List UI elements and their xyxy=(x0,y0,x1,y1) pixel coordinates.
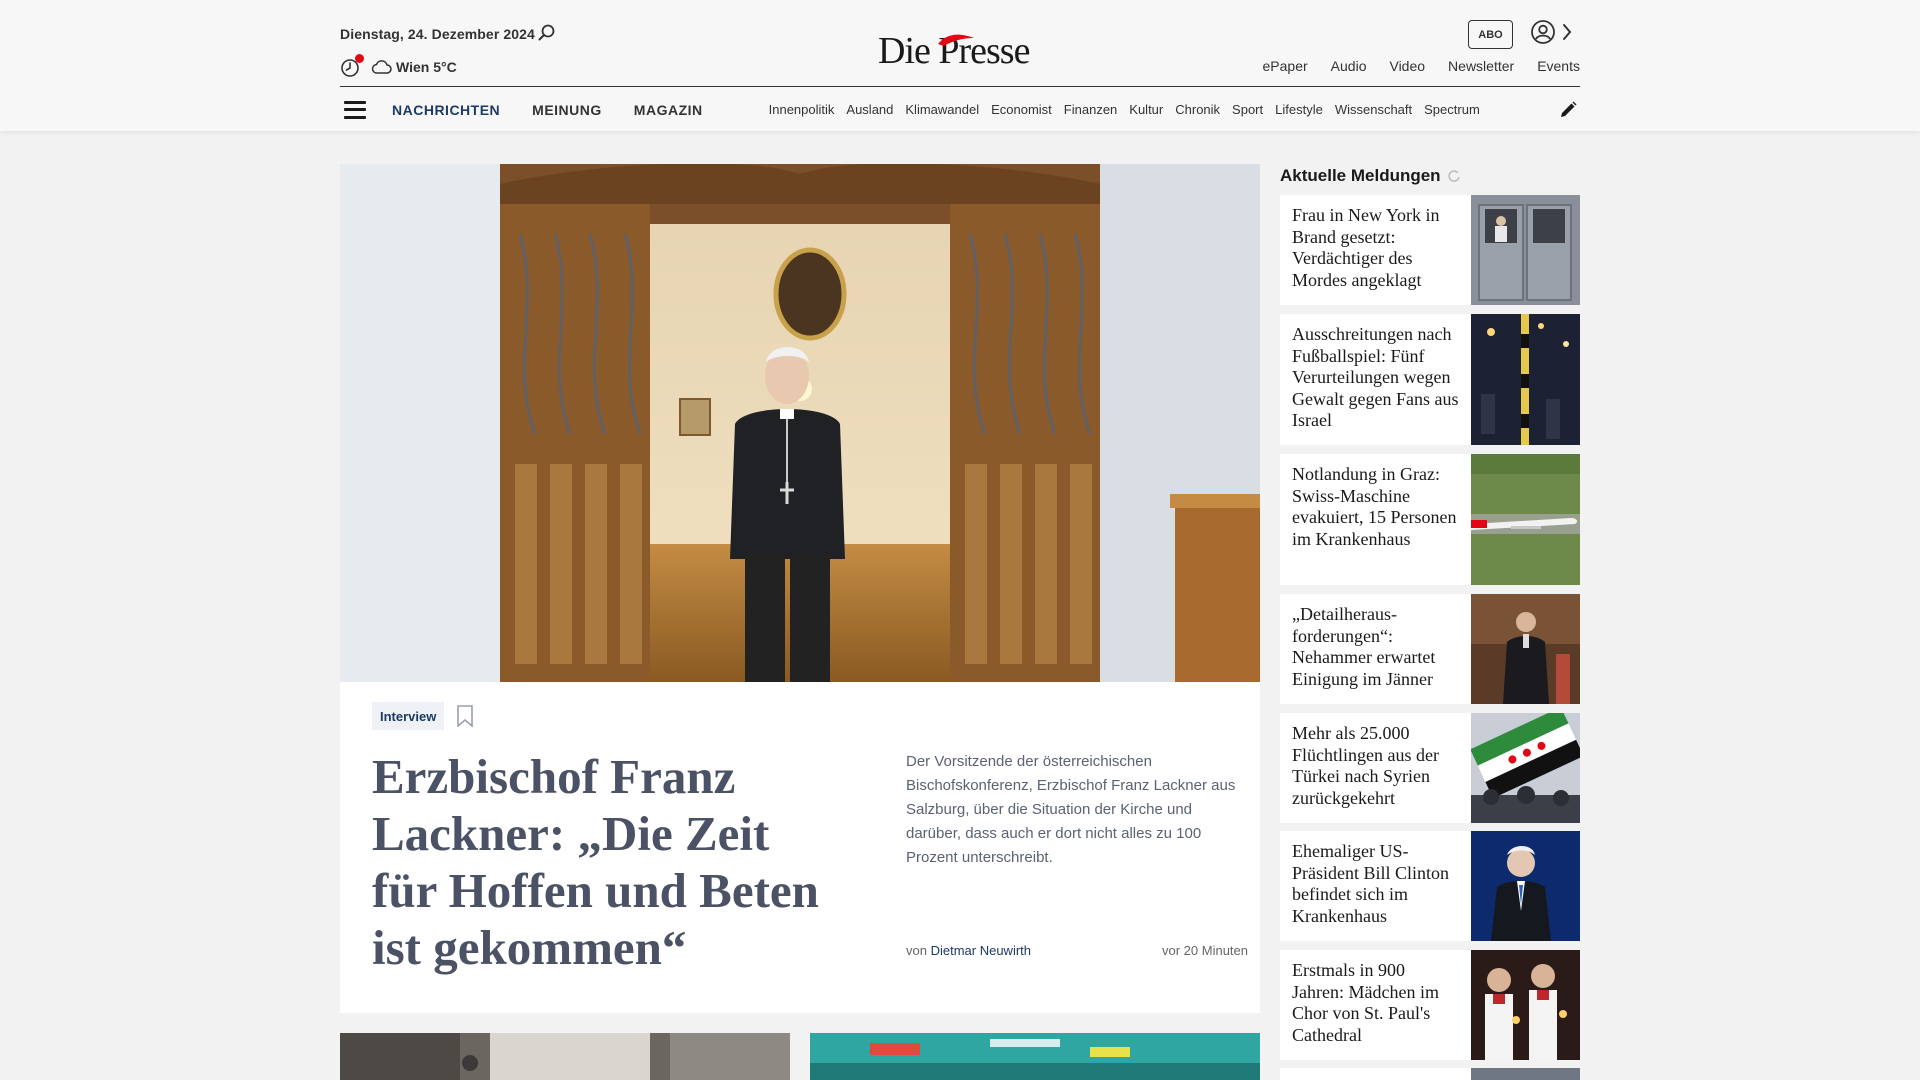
logo-flag-mark xyxy=(938,34,974,46)
news-item-title-cutoff xyxy=(1280,1068,1471,1080)
news-item[interactable]: Erstmals in 900 Jahren: Mädchen im Chor … xyxy=(1280,950,1580,1060)
user-icon xyxy=(1531,20,1555,44)
teaser-card[interactable] xyxy=(340,1033,790,1080)
nav-fade xyxy=(1502,102,1531,117)
news-item-thumbnail xyxy=(1471,713,1580,823)
teaser-image xyxy=(340,1033,790,1080)
weather-widget[interactable]: Wien 5°C xyxy=(370,59,457,75)
nav-economist[interactable]: Economist xyxy=(991,102,1052,117)
news-item-thumbnail xyxy=(1471,454,1580,585)
chevron-right-icon xyxy=(1563,24,1572,40)
news-item-title: Ausschreitungen nach Fußballspiel: Fünf … xyxy=(1292,324,1459,430)
status-row: Wien 5°C xyxy=(340,54,457,78)
news-item-title: Ehemaliger US-Präsident Bill Clinton bef… xyxy=(1292,841,1450,926)
site-header: Dienstag, 24. Dezember 2024 Wien 5°C Die… xyxy=(0,0,1920,131)
news-item[interactable]: Mehr als 25.000 Flüchtlingen aus der Tür… xyxy=(1280,713,1580,823)
refresh-icon xyxy=(1447,170,1460,182)
hero-article[interactable]: Interview Erzbischof Franz Lackner: „Die… xyxy=(340,164,1260,1013)
nav-spectrum[interactable]: Spectrum xyxy=(1424,102,1480,117)
byline-prefix: von xyxy=(906,943,927,958)
category-nav: Innenpolitik Ausland Klimawandel Economi… xyxy=(769,102,1531,117)
nav-magazin[interactable]: MAGAZIN xyxy=(634,102,703,118)
cloud-icon xyxy=(371,60,392,74)
nav-kultur[interactable]: Kultur xyxy=(1129,102,1163,117)
news-item-thumbnail xyxy=(1471,195,1580,305)
current-date: Dienstag, 24. Dezember 2024 xyxy=(340,26,535,42)
hero-headline[interactable]: Erzbischof Franz Lackner: „Die Zeit für … xyxy=(372,748,842,976)
news-item[interactable]: Ausschreitungen nach Fußballspiel: Fünf … xyxy=(1280,314,1580,445)
notification-dot xyxy=(355,54,364,63)
link-events[interactable]: Events xyxy=(1537,58,1580,74)
news-item-title: Notlandung in Graz: Swiss-Maschine evaku… xyxy=(1292,464,1457,549)
nav-innenpolitik[interactable]: Innenpolitik xyxy=(769,102,835,117)
pencil-icon[interactable] xyxy=(1558,100,1578,120)
teaser-card[interactable] xyxy=(810,1033,1260,1080)
news-item-thumbnail xyxy=(1471,1068,1580,1080)
news-item-thumbnail xyxy=(1471,950,1580,1060)
news-item[interactable] xyxy=(1280,1068,1580,1080)
news-item-title: Erstmals in 900 Jahren: Mädchen im Chor … xyxy=(1292,960,1439,1045)
nav-finanzen[interactable]: Finanzen xyxy=(1064,102,1117,117)
teaser-image xyxy=(810,1033,1260,1080)
news-item-title: Frau in New York in Brand gesetzt: Verdä… xyxy=(1292,205,1440,290)
news-item-thumbnail xyxy=(1471,831,1580,941)
service-links: ePaper Audio Video Newsletter Events xyxy=(1263,58,1580,74)
hero-byline: von Dietmar Neuwirth xyxy=(906,943,1031,958)
nav-chronik[interactable]: Chronik xyxy=(1175,102,1220,117)
nav-sport[interactable]: Sport xyxy=(1232,102,1263,117)
author-link[interactable]: Dietmar Neuwirth xyxy=(931,943,1031,958)
news-item-thumbnail xyxy=(1471,314,1580,445)
news-item[interactable]: Notlandung in Graz: Swiss-Maschine evaku… xyxy=(1280,454,1580,585)
article-tag[interactable]: Interview xyxy=(372,702,445,730)
site-logo[interactable]: Die Presse xyxy=(878,28,1040,74)
hero-teaser: Der Vorsitzende der österreichischen Bis… xyxy=(906,753,1236,866)
abo-button[interactable]: ABO xyxy=(1468,20,1513,49)
user-menu-button[interactable] xyxy=(1530,19,1574,45)
nav-ausland[interactable]: Ausland xyxy=(846,102,893,117)
news-item[interactable]: „Detailheraus-forderungen“: Nehammer erw… xyxy=(1280,594,1580,704)
header-divider xyxy=(340,86,1580,87)
link-video[interactable]: Video xyxy=(1389,58,1425,74)
nav-meinung[interactable]: MEINUNG xyxy=(532,102,602,118)
nav-nachrichten[interactable]: NACHRICHTEN xyxy=(392,102,500,118)
link-epaper[interactable]: ePaper xyxy=(1263,58,1308,74)
weather-text: Wien 5°C xyxy=(396,59,457,75)
menu-icon[interactable] xyxy=(342,99,368,121)
news-item-title: Mehr als 25.000 Flüchtlingen aus der Tür… xyxy=(1292,723,1439,808)
sidebar-heading: Aktuelle Meldungen xyxy=(1280,166,1461,186)
news-item-thumbnail xyxy=(1471,594,1580,704)
nav-klimawandel[interactable]: Klimawandel xyxy=(905,102,979,117)
news-item[interactable]: Ehemaliger US-Präsident Bill Clinton bef… xyxy=(1280,831,1580,941)
sidebar-title: Aktuelle Meldungen xyxy=(1280,166,1441,185)
link-newsletter[interactable]: Newsletter xyxy=(1448,58,1514,74)
nav-wissenschaft[interactable]: Wissenschaft xyxy=(1335,102,1412,117)
hero-image[interactable] xyxy=(340,164,1260,682)
nav-lifestyle[interactable]: Lifestyle xyxy=(1275,102,1323,117)
clock-icon[interactable] xyxy=(340,54,364,78)
bookmark-icon[interactable] xyxy=(456,705,474,727)
link-audio[interactable]: Audio xyxy=(1331,58,1367,74)
main-navigation: NACHRICHTEN MEINUNG MAGAZIN Innenpolitik… xyxy=(340,88,1580,131)
news-item[interactable]: Frau in New York in Brand gesetzt: Verdä… xyxy=(1280,195,1580,305)
hero-timestamp: vor 20 Minuten xyxy=(1162,943,1248,958)
section-nav: NACHRICHTEN MEINUNG MAGAZIN xyxy=(392,102,703,118)
search-icon[interactable] xyxy=(536,22,558,44)
news-item-title: „Detailheraus-forderungen“: Nehammer erw… xyxy=(1292,604,1436,689)
